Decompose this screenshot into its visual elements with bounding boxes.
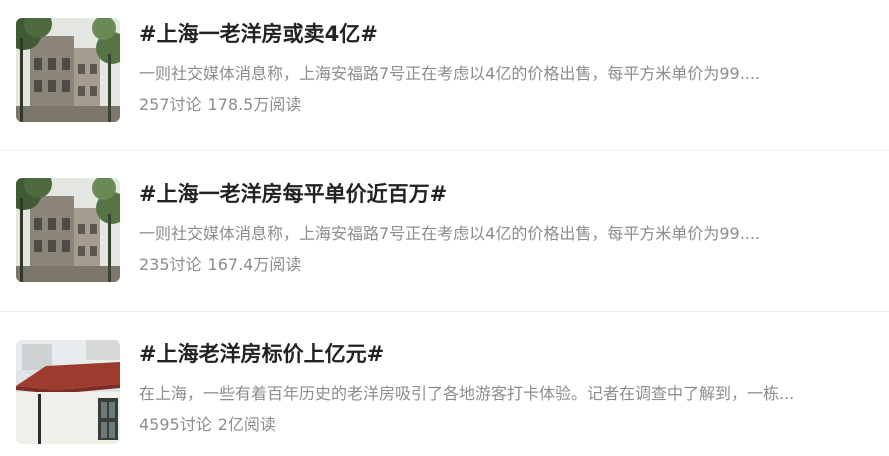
read-count: 167.4万阅读 [207, 255, 302, 274]
discussion-count: 257讨论 [139, 95, 202, 114]
discussion-count: 235讨论 [139, 255, 202, 274]
discussion-count: 4595讨论 [139, 415, 212, 434]
topic-item[interactable]: #上海老洋房标价上亿元# 在上海，一些有着百年历史的老洋房吸引了各地游客打卡体验… [0, 320, 889, 456]
old-house-photo [16, 178, 120, 282]
topic-item[interactable]: #上海一老洋房每平单价近百万# 一则社交媒体消息称，上海安福路7号正在考虑以4亿… [0, 160, 889, 300]
topic-title[interactable]: #上海老洋房标价上亿元# [139, 339, 384, 369]
old-house-photo [16, 18, 120, 122]
villa-roof-photo [16, 340, 120, 444]
topic-stats: 4595讨论 2亿阅读 [139, 414, 276, 436]
topic-list: #上海一老洋房或卖4亿# 一则社交媒体消息称，上海安福路7号正在考虑以4亿的价格… [0, 0, 889, 456]
topic-description: 一则社交媒体消息称，上海安福路7号正在考虑以4亿的价格出售，每平方米单价为99.… [139, 224, 761, 243]
topic-thumbnail[interactable] [16, 178, 120, 282]
topic-description: 在上海，一些有着百年历史的老洋房吸引了各地游客打卡体验。记者在调查中了解到，一栋… [139, 384, 795, 403]
read-count: 178.5万阅读 [207, 95, 302, 114]
topic-stats: 257讨论 178.5万阅读 [139, 94, 301, 116]
divider [0, 311, 889, 312]
read-count: 2亿阅读 [217, 415, 276, 434]
topic-thumbnail[interactable] [16, 340, 120, 444]
topic-title[interactable]: #上海一老洋房每平单价近百万# [139, 179, 447, 209]
topic-description: 一则社交媒体消息称，上海安福路7号正在考虑以4亿的价格出售，每平方米单价为99.… [139, 64, 761, 83]
topic-thumbnail[interactable] [16, 18, 120, 122]
topic-item[interactable]: #上海一老洋房或卖4亿# 一则社交媒体消息称，上海安福路7号正在考虑以4亿的价格… [0, 0, 889, 140]
topic-stats: 235讨论 167.4万阅读 [139, 254, 301, 276]
topic-title[interactable]: #上海一老洋房或卖4亿# [139, 19, 378, 49]
divider [0, 150, 889, 151]
